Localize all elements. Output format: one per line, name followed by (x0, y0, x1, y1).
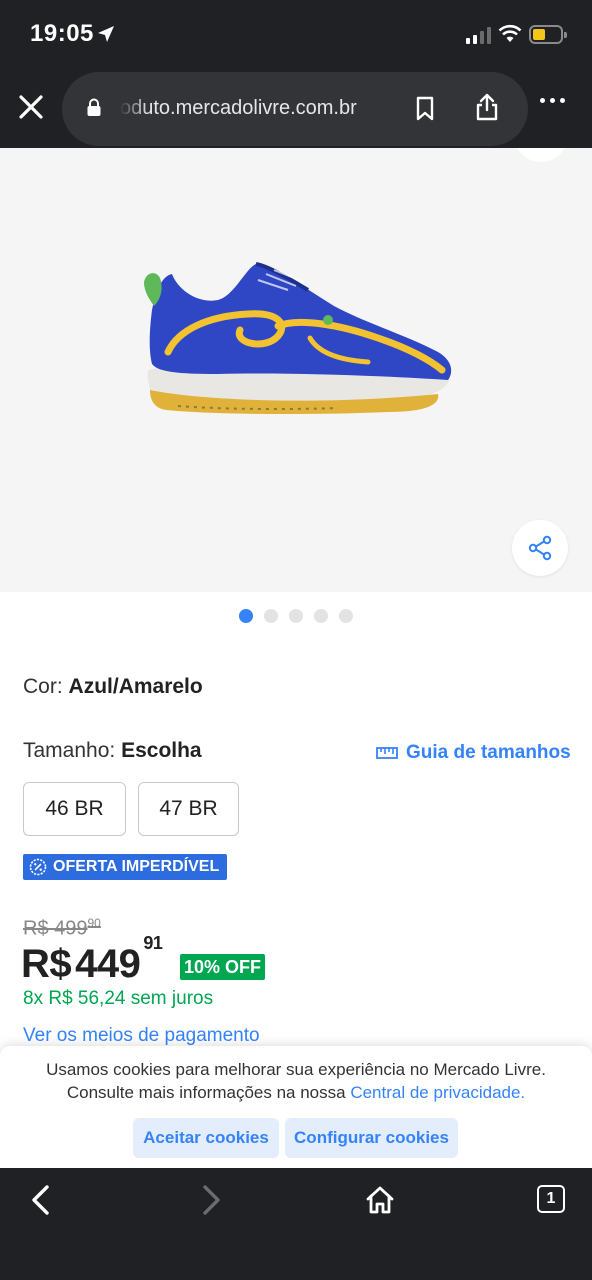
wifi-icon (498, 24, 522, 42)
url-text: oduto.mercadolivre.com.br (120, 97, 357, 119)
cookie-banner: Usamos cookies para melhorar sua experiê… (0, 1046, 592, 1168)
product-gallery[interactable] (0, 148, 592, 592)
status-time: 19:05 (30, 20, 94, 47)
payment-methods-link[interactable]: Ver os meios de pagamento (23, 1025, 260, 1047)
share-product-button[interactable] (512, 520, 568, 576)
gallery-pagination (0, 609, 592, 623)
accept-cookies-button[interactable]: Aceitar cookies (133, 1118, 279, 1158)
price-cents: 91 (143, 932, 163, 953)
cookie-message: Usamos cookies para melhorar sua experiê… (0, 1058, 592, 1104)
deal-badge: OFERTA IMPERDÍVEL (23, 854, 228, 880)
tabs-button[interactable]: 1 (537, 1185, 565, 1213)
size-value: Escolha (121, 739, 202, 762)
ruler-icon (376, 747, 398, 759)
cellular-signal-icon (466, 26, 491, 44)
original-price: R$ 49990 (23, 916, 101, 941)
more-options-icon[interactable] (540, 98, 565, 103)
gallery-dot[interactable] (289, 609, 303, 623)
address-bar[interactable]: oduto.mercadolivre.com.br (62, 72, 528, 146)
bookmark-icon[interactable] (414, 96, 436, 122)
size-guide-link[interactable]: Guia de tamanhos (376, 742, 571, 764)
browser-bar: oduto.mercadolivre.com.br (0, 70, 592, 148)
gallery-dot[interactable] (239, 609, 253, 623)
back-arrow-icon[interactable] (28, 1184, 54, 1216)
forward-arrow-icon[interactable] (198, 1184, 224, 1216)
size-option-46[interactable]: 46 BR (23, 782, 126, 836)
deal-badge-label: OFERTA IMPERDÍVEL (53, 858, 220, 875)
size-option-47[interactable]: 47 BR (138, 782, 239, 836)
size-selector: Tamanho: Escolha (23, 739, 202, 763)
price-currency: R$ (21, 942, 72, 986)
home-icon[interactable] (364, 1184, 396, 1216)
share-nodes-icon (528, 535, 552, 561)
favorite-button[interactable] (514, 148, 568, 162)
product-image (144, 262, 452, 415)
original-price-cents: 90 (87, 916, 101, 930)
discount-badge: 10% OFF (180, 954, 266, 980)
color-value: Azul/Amarelo (68, 675, 203, 698)
color-selector: Cor: Azul/Amarelo (23, 675, 203, 699)
status-bar: 19:05 (0, 0, 592, 70)
gallery-dot[interactable] (339, 609, 353, 623)
cookie-line-1: Usamos cookies para melhorar sua experiê… (46, 1060, 546, 1079)
location-arrow-icon (98, 26, 114, 42)
url-fade (120, 92, 148, 126)
lock-icon (87, 98, 101, 116)
price-int: 449 (75, 942, 141, 986)
battery-icon (529, 25, 567, 44)
cookie-line-2-text: Consulte mais informações na nossa (66, 1083, 346, 1102)
color-label: Cor: (23, 675, 63, 698)
gallery-dot[interactable] (264, 609, 278, 623)
gallery-dot[interactable] (314, 609, 328, 623)
cookie-line-2: Consulte mais informações na nossa Centr… (0, 1081, 592, 1104)
current-price: R$ 449 91 (21, 933, 163, 987)
browser-toolbar: 1 (0, 1168, 592, 1280)
share-icon[interactable] (474, 92, 500, 122)
discount-seal-icon (29, 858, 47, 876)
close-icon[interactable] (14, 90, 48, 124)
size-guide-label: Guia de tamanhos (406, 742, 571, 763)
size-label: Tamanho: (23, 739, 116, 762)
configure-cookies-button[interactable]: Configurar cookies (285, 1118, 458, 1158)
original-price-int: R$ 499 (23, 917, 88, 940)
installments-text: 8x R$ 56,24 sem juros (23, 988, 214, 1009)
privacy-center-link[interactable]: Central de privacidade. (350, 1083, 525, 1102)
